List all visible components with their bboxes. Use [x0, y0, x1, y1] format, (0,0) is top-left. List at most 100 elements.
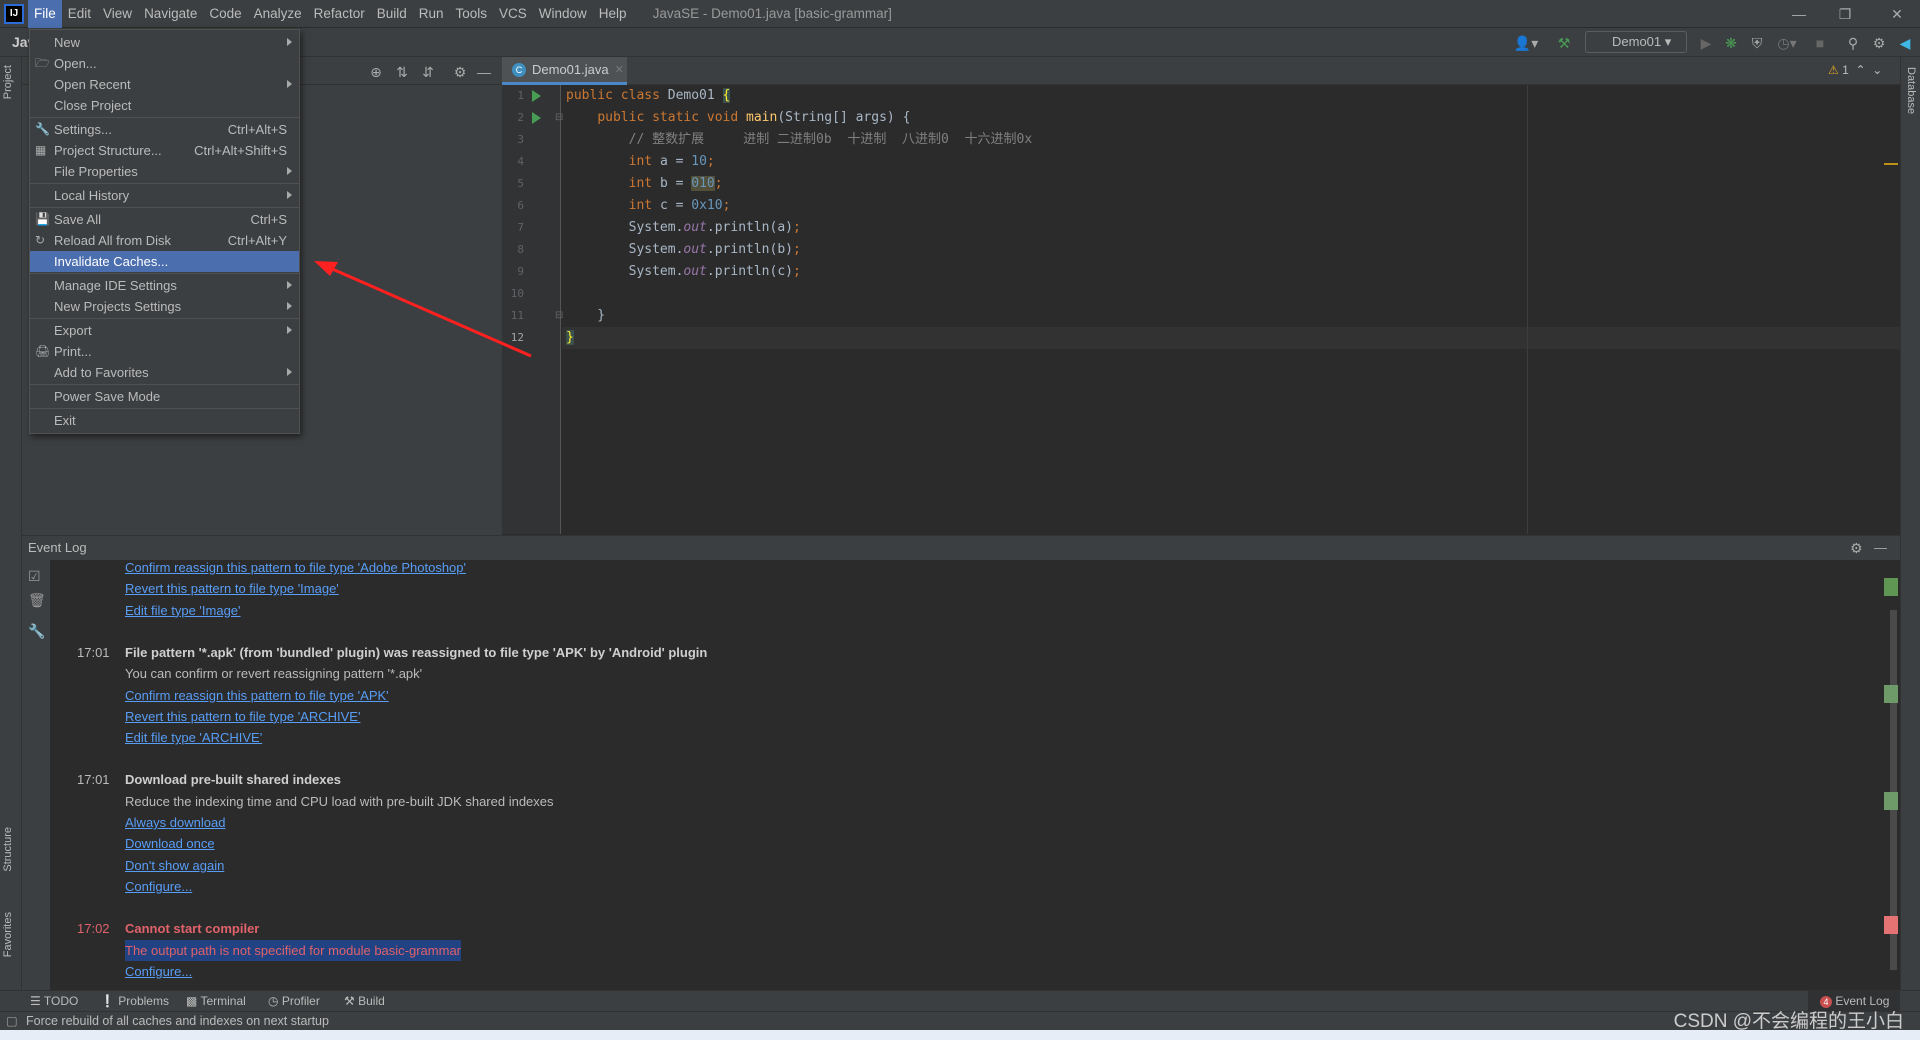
watermark: CSDN @不会编程的王小白 [1673, 1011, 1904, 1032]
gear-icon[interactable]: ⚙ [450, 61, 470, 83]
tab-demo01-java[interactable]: C Demo01.java ✕ [502, 57, 627, 85]
stop-icon[interactable]: ■ [1810, 32, 1830, 54]
restore-button[interactable]: ❐ [1822, 0, 1868, 28]
menu-refactor[interactable]: Refactor [308, 0, 371, 28]
coverage-icon[interactable]: ⛨ [1746, 32, 1768, 54]
menu-item-label: Export [54, 323, 92, 338]
run-configuration-select[interactable]: Demo01 ▾ [1585, 31, 1687, 53]
menu-item-invalidate-caches[interactable]: Invalidate Caches... [30, 251, 299, 272]
menu-tools[interactable]: Tools [450, 0, 494, 28]
search-icon[interactable]: ⚲ [1842, 32, 1864, 54]
tool-terminal[interactable]: ▩ Terminal [186, 991, 246, 1012]
log-action-link[interactable]: Download once [125, 833, 215, 854]
menu-code[interactable]: Code [203, 0, 247, 28]
menu-edit[interactable]: Edit [62, 0, 97, 28]
menu-item-close-project[interactable]: Close Project [30, 95, 299, 116]
database-tool-tab[interactable]: Database [1905, 67, 1917, 114]
line-number: 8 [517, 243, 524, 256]
log-action-link[interactable]: Edit file type 'Image' [125, 600, 241, 621]
menu-help[interactable]: Help [593, 0, 633, 28]
warning-stripe-mark[interactable] [1884, 163, 1898, 165]
menu-navigate[interactable]: Navigate [138, 0, 203, 28]
close-tab-icon[interactable]: ✕ [615, 63, 624, 76]
minimize-button[interactable]: — [1776, 0, 1822, 28]
code-editor[interactable]: public class Demo01 { public static void… [562, 85, 1900, 534]
toggle-tool-windows-icon[interactable]: ▢ [6, 1012, 18, 1030]
log-action-link[interactable]: Configure... [125, 876, 192, 897]
log-action-link[interactable]: Configure... [125, 961, 192, 982]
debug-bug-icon[interactable]: ❋ [1720, 32, 1742, 54]
menu-file[interactable]: File [28, 0, 62, 28]
tool-todo[interactable]: ☰ TODO [30, 991, 78, 1012]
menu-build[interactable]: Build [371, 0, 413, 28]
log-action-link[interactable]: Edit file type 'ARCHIVE' [125, 727, 262, 748]
run-config-label: Demo01 [1612, 34, 1662, 49]
submenu-arrow-icon [287, 368, 292, 376]
hide-panel-icon[interactable]: — [474, 61, 494, 83]
menu-item-export[interactable]: Export [30, 320, 299, 341]
menu-item-add-to-favorites[interactable]: Add to Favorites [30, 362, 299, 383]
menu-vcs[interactable]: VCS [493, 0, 533, 28]
collapse-all-icon[interactable]: ⇵ [418, 61, 438, 83]
menu-run[interactable]: Run [413, 0, 450, 28]
menu-separator [30, 183, 299, 184]
submenu-arrow-icon [287, 38, 292, 46]
structure-tool-tab[interactable]: Structure [2, 827, 14, 872]
favorites-tool-tab[interactable]: Favorites [2, 912, 14, 957]
tool-profiler[interactable]: ◷ Profiler [268, 991, 320, 1012]
window-title: JavaSE - Demo01.java [basic-grammar] [652, 6, 892, 21]
chevron-up-icon[interactable]: ⌃ [1855, 63, 1865, 77]
chevron-down-icon[interactable]: ⌄ [1872, 63, 1882, 77]
menu-item-open[interactable]: 🗁 Open... [30, 53, 299, 74]
info-stripe-mark[interactable] [1884, 685, 1898, 703]
code-line: int c = 0x10; [628, 198, 731, 213]
menu-item-reload-all-from-disk[interactable]: ↻ Reload All from Disk Ctrl+Alt+Y [30, 230, 299, 251]
gear-icon[interactable]: ⚙ [1868, 32, 1890, 54]
jetbrains-toolbox-icon[interactable]: ◀ [1894, 32, 1916, 54]
build-hammer-icon[interactable]: ⚒ [1553, 32, 1575, 54]
log-action-link[interactable]: Confirm reassign this pattern to file ty… [125, 560, 466, 578]
menu-analyze[interactable]: Analyze [248, 0, 308, 28]
menu-item-open-recent[interactable]: Open Recent [30, 74, 299, 95]
menu-item-settings[interactable]: 🔧 Settings... Ctrl+Alt+S [30, 119, 299, 140]
locate-icon[interactable]: ⊕ [366, 61, 386, 83]
menu-item-manage-ide-settings[interactable]: Manage IDE Settings [30, 275, 299, 296]
submenu-arrow-icon [287, 191, 292, 199]
log-action-link[interactable]: Revert this pattern to file type 'Image' [125, 578, 339, 599]
menu-item-local-history[interactable]: Local History [30, 185, 299, 206]
log-action-link[interactable]: Confirm reassign this pattern to file ty… [125, 685, 389, 706]
run-gutter-icon[interactable] [532, 112, 541, 124]
menu-item-new-projects-settings[interactable]: New Projects Settings [30, 296, 299, 317]
menu-view[interactable]: View [97, 0, 138, 28]
vcs-user-icon[interactable]: 👤▾ [1512, 32, 1540, 54]
menu-item-label: Project Structure... [54, 143, 162, 158]
menu-item-print[interactable]: 🖨 Print... [30, 341, 299, 362]
menu-item-exit[interactable]: Exit [30, 410, 299, 431]
log-action-link[interactable]: Revert this pattern to file type 'ARCHIV… [125, 706, 360, 727]
menu-item-label: Save All [54, 212, 101, 227]
inspection-widget[interactable]: ⚠ 1 ⌃ ⌄ [1828, 63, 1882, 77]
menu-item-project-structure[interactable]: ▦ Project Structure... Ctrl+Alt+Shift+S [30, 140, 299, 161]
tool-build[interactable]: ⚒ Build [344, 991, 385, 1012]
menu-item-new[interactable]: New [30, 32, 299, 53]
project-tool-tab[interactable]: Project [2, 65, 14, 99]
tool-problems[interactable]: ❕ Problems [100, 991, 169, 1012]
menu-item-label: Settings... [54, 122, 112, 137]
error-stripe-mark[interactable] [1884, 916, 1898, 934]
hide-panel-icon[interactable]: — [1874, 536, 1887, 560]
close-window-button[interactable]: ✕ [1874, 0, 1920, 28]
menu-window[interactable]: Window [533, 0, 593, 28]
log-action-link[interactable]: Don't show again [125, 855, 224, 876]
expand-all-icon[interactable]: ⇅ [392, 61, 412, 83]
menu-item-power-save-mode[interactable]: Power Save Mode [30, 386, 299, 407]
line-number: 6 [517, 199, 524, 212]
info-stripe-mark[interactable] [1884, 792, 1898, 810]
menu-item-save-all[interactable]: 💾 Save All Ctrl+S [30, 209, 299, 230]
menu-item-file-properties[interactable]: File Properties [30, 161, 299, 182]
gear-icon[interactable]: ⚙ [1850, 536, 1863, 560]
run-gutter-icon[interactable] [532, 90, 541, 102]
log-action-link[interactable]: Always download [125, 812, 225, 833]
info-stripe-mark[interactable] [1884, 578, 1898, 596]
profile-icon[interactable]: ◷▾ [1770, 32, 1804, 54]
run-icon[interactable]: ▶ [1696, 32, 1716, 54]
